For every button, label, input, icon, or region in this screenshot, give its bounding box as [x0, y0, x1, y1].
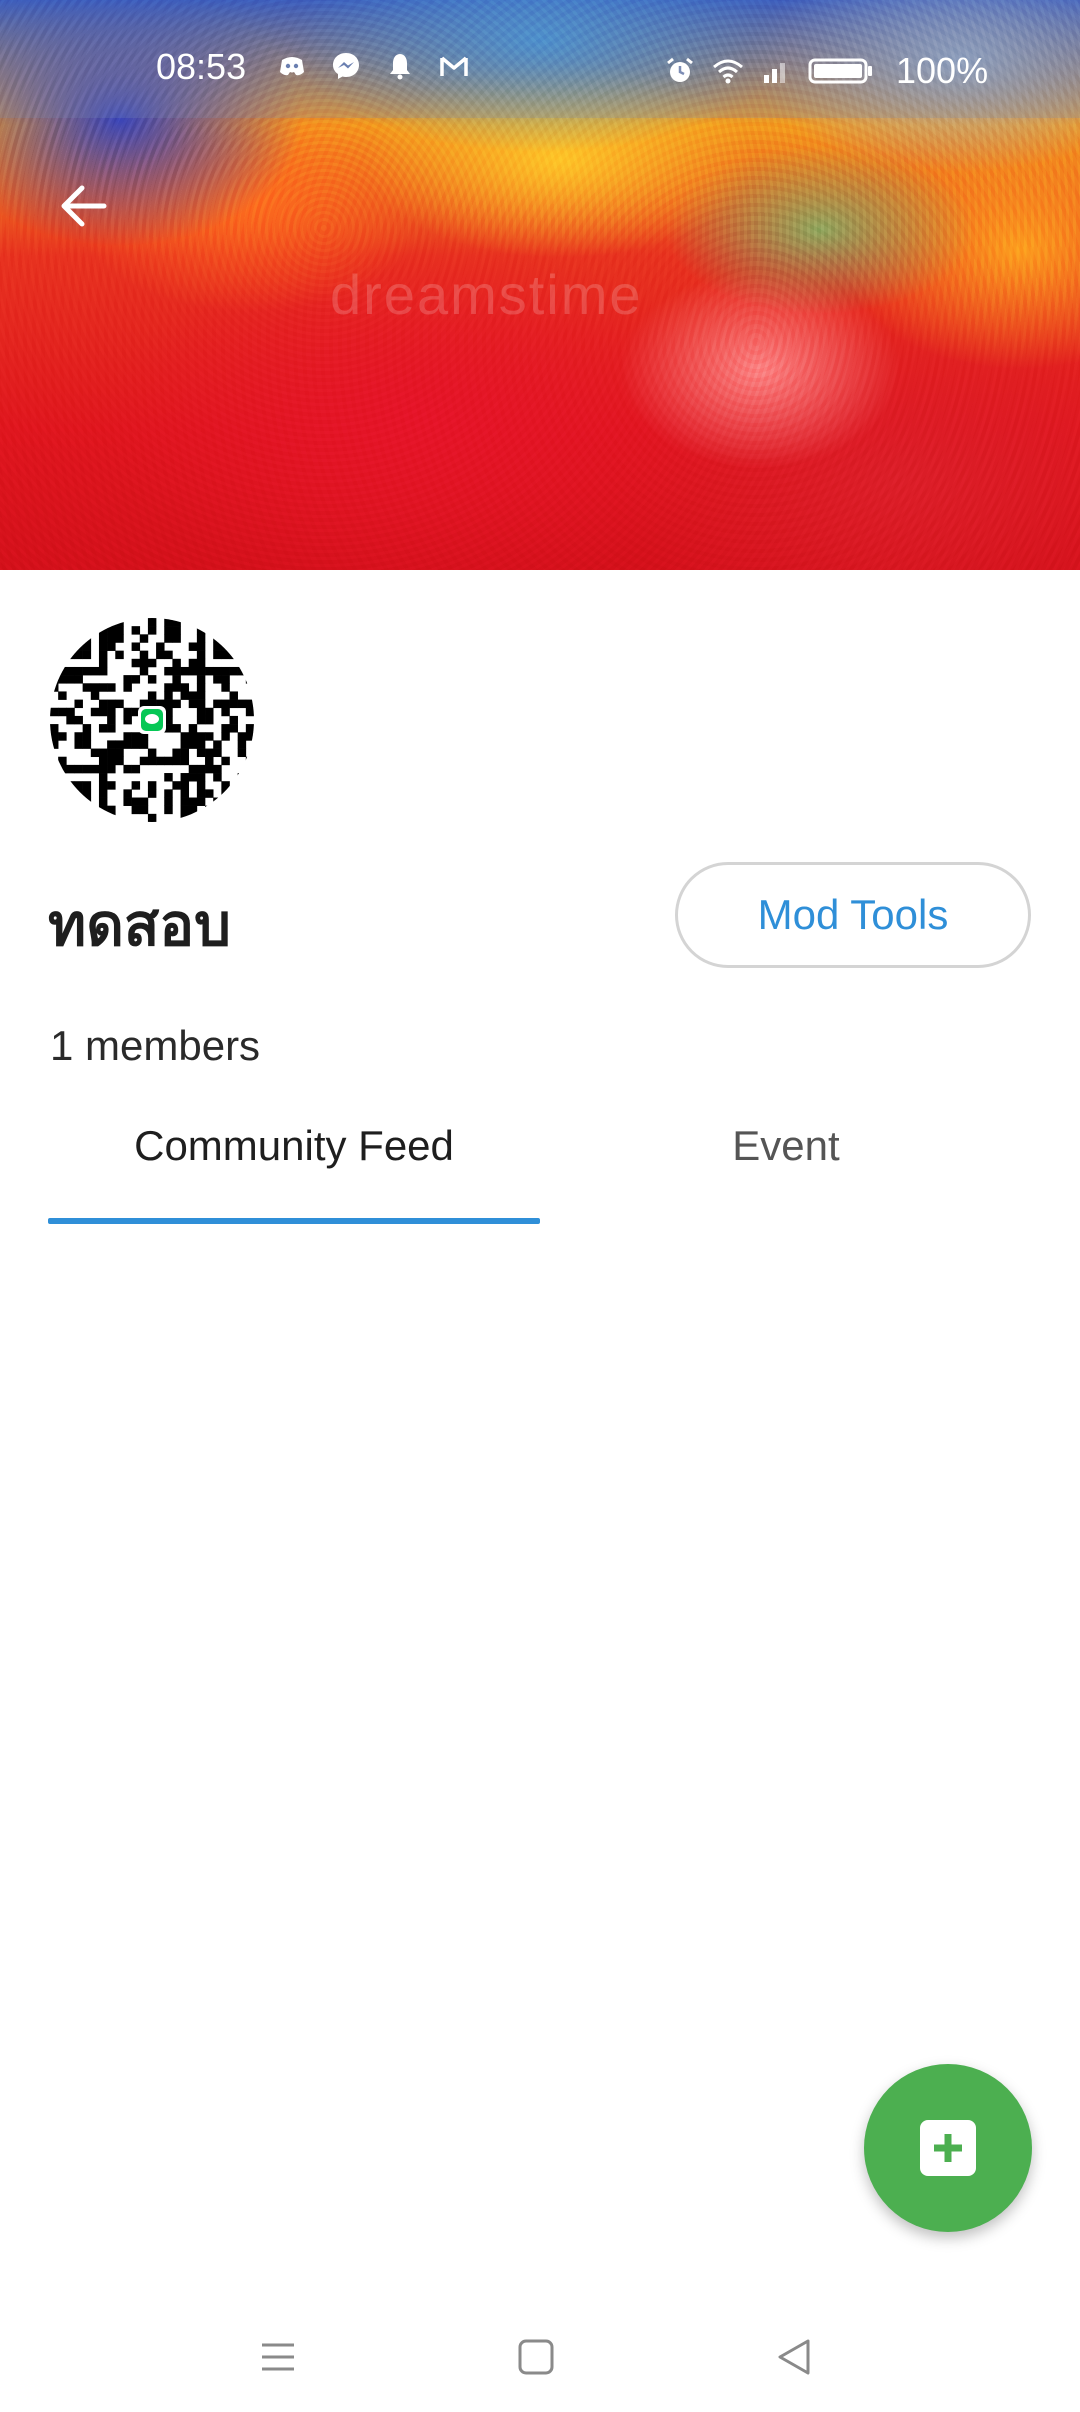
battery-icon	[808, 58, 872, 84]
members-count[interactable]: 1 members	[50, 1022, 260, 1070]
mod-tools-button[interactable]: Mod Tools	[675, 862, 1031, 968]
community-screen: dreamstime 08:53 100% ทดสอบ Mod Tools 1 …	[0, 0, 1080, 2412]
tab-event[interactable]: Event	[540, 1122, 1032, 1222]
back-triangle-icon	[778, 2339, 810, 2375]
arrow-left-icon	[61, 185, 107, 227]
cover-watermark: dreamstime	[330, 263, 643, 326]
community-avatar[interactable]	[50, 618, 254, 822]
status-system-icons: 100%	[664, 50, 988, 92]
status-time: 08:53	[156, 46, 247, 87]
nav-back-button[interactable]	[754, 2322, 834, 2392]
discord-icon	[280, 57, 304, 76]
status-notification-icons	[276, 50, 470, 82]
back-button[interactable]	[44, 166, 124, 246]
home-square-icon	[518, 2339, 554, 2375]
wifi-icon	[713, 59, 743, 84]
active-tab-indicator	[48, 1218, 540, 1224]
system-nav-bar	[0, 2300, 1080, 2412]
qr-code-icon	[50, 618, 254, 822]
status-bar: 08:53 100%	[0, 0, 1080, 118]
alarm-icon	[667, 57, 693, 82]
messenger-icon	[333, 53, 359, 79]
signal-icon	[764, 63, 785, 83]
nav-menu-button[interactable]	[238, 2322, 318, 2392]
battery-percent: 100%	[896, 50, 989, 91]
menu-icon	[262, 2343, 294, 2371]
tab-community-feed[interactable]: Community Feed	[48, 1122, 540, 1222]
community-name: ทดสอบ	[48, 893, 231, 958]
nav-home-button[interactable]	[496, 2322, 576, 2392]
notification-bell-icon	[390, 54, 410, 80]
gmail-icon	[440, 56, 468, 76]
plus-box-icon	[920, 2120, 976, 2176]
create-post-button[interactable]	[864, 2064, 1032, 2232]
